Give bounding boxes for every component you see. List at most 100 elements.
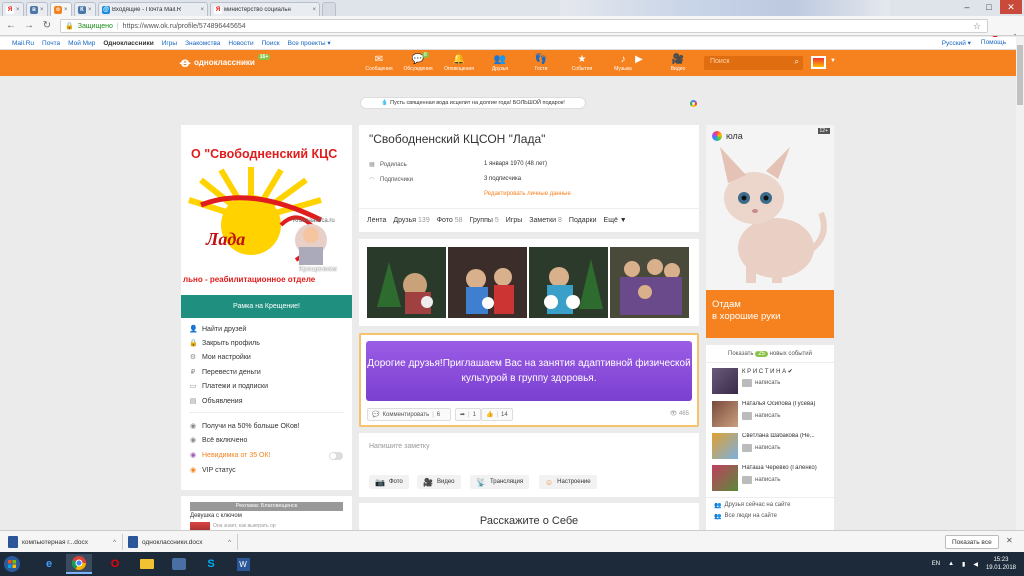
menu-ads[interactable]: ▤ Объявления: [189, 397, 243, 406]
tab-ok[interactable]: о ×: [50, 2, 72, 16]
nav-events[interactable]: ★ События: [562, 53, 602, 72]
note-photo-button[interactable]: 📷 Фото: [369, 475, 409, 489]
menu-all-included[interactable]: ◉ Всё включено: [189, 436, 247, 445]
chevron-up-icon[interactable]: ^: [113, 539, 116, 546]
tab-mail[interactable]: @ Входящие - Почта Mail.R ×: [98, 2, 208, 16]
tab-photos[interactable]: Фото 58: [437, 217, 463, 224]
avatar[interactable]: [712, 433, 738, 459]
friend-item[interactable]: Наталья Осипова (Гусева) написать: [712, 401, 834, 431]
forward-icon[interactable]: →: [24, 20, 34, 31]
skype-icon[interactable]: S: [198, 554, 224, 574]
note-stream-button[interactable]: 📡 Трансляция: [470, 475, 530, 489]
avatar[interactable]: [712, 368, 738, 394]
edit-profile-link[interactable]: Редактировать личные данные: [484, 191, 571, 197]
search-icon[interactable]: ⌕: [795, 57, 799, 67]
nav-guests[interactable]: 👣 Гости: [521, 53, 561, 72]
menu-find-friends[interactable]: 👤 Найти друзей: [189, 325, 246, 334]
write-message-button[interactable]: написать: [742, 444, 780, 452]
photo-thumbnail[interactable]: [610, 247, 689, 318]
close-tab-icon[interactable]: ×: [312, 7, 316, 13]
comment-button[interactable]: 💬 Комментировать | 6: [367, 408, 451, 421]
avatar[interactable]: [712, 465, 738, 491]
nav-video[interactable]: 🎥 Видео: [658, 53, 698, 72]
friend-item[interactable]: Наташа Черевко (Галенко) написать: [712, 465, 834, 495]
share-button[interactable]: ➦ | 1: [455, 408, 481, 421]
tab-gifts[interactable]: Подарки: [569, 217, 597, 224]
portal-link-all-projects[interactable]: Все проекты ▾: [288, 39, 331, 47]
all-people-online-link[interactable]: 👥 Все люди на сайте: [714, 513, 777, 520]
close-tab-icon[interactable]: ×: [64, 7, 68, 13]
windows-start-icon[interactable]: [4, 556, 20, 572]
menu-invisible[interactable]: ◉ Невидимка от 35 ОК!: [189, 451, 271, 460]
portal-link-ok[interactable]: Одноклассники: [103, 40, 153, 47]
photo-thumbnail[interactable]: [367, 247, 446, 318]
portal-link-news[interactable]: Новости: [228, 40, 253, 47]
tab-feed[interactable]: Лента: [367, 217, 386, 224]
user-avatar[interactable]: [811, 56, 826, 69]
show-all-downloads-button[interactable]: Показать все: [945, 535, 999, 549]
close-tab-icon[interactable]: ×: [16, 7, 20, 13]
opera-icon[interactable]: O: [102, 554, 128, 574]
portal-link-games[interactable]: Игры: [162, 40, 177, 47]
download-item[interactable]: одноклассники.docx ^: [128, 534, 238, 550]
new-tab-button[interactable]: [322, 2, 336, 16]
close-tab-icon[interactable]: ×: [88, 7, 92, 13]
word-icon[interactable]: W: [230, 554, 256, 574]
friend-item[interactable]: К Р И С Т И Н А ✔ написать: [712, 368, 834, 398]
portal-link-dating[interactable]: Знакомства: [185, 40, 220, 47]
chrome-icon[interactable]: [66, 554, 92, 574]
note-video-button[interactable]: 🎥 Видео: [417, 475, 461, 489]
tab-k[interactable]: К ×: [74, 2, 96, 16]
clock[interactable]: 15:23 19.01.2018: [986, 556, 1016, 572]
menu-payments[interactable]: ▭ Платежи и подписки: [189, 382, 268, 391]
friend-name[interactable]: Наталья Осипова (Гусева): [742, 401, 834, 407]
maximize-icon[interactable]: □: [978, 0, 1000, 14]
chevron-down-icon[interactable]: ▼: [830, 58, 836, 64]
download-item[interactable]: компьютерная г...docx ^: [8, 534, 123, 550]
ad-title[interactable]: Девушка с ключом: [190, 513, 242, 519]
menu-close-profile[interactable]: 🔒 Закрыть профиль: [189, 339, 260, 348]
tray-arrow-icon[interactable]: ▲: [948, 561, 954, 567]
portal-link-mail[interactable]: Почта: [42, 40, 60, 47]
volume-icon[interactable]: ◀: [973, 561, 978, 568]
write-message-button[interactable]: написать: [742, 379, 780, 387]
tab-vk[interactable]: в ×: [26, 2, 48, 16]
chevron-up-icon[interactable]: ^: [228, 539, 231, 546]
url-input[interactable]: 🔒 Защищено | https://www.ok.ru/profile/5…: [60, 19, 988, 33]
back-icon[interactable]: ←: [6, 20, 16, 31]
help-link[interactable]: Помощь: [981, 39, 1006, 47]
friend-name[interactable]: К Р И С Т И Н А ✔: [742, 368, 834, 375]
reload-icon[interactable]: ↻: [42, 20, 52, 31]
portal-link-mailru[interactable]: Mail.Ru: [12, 40, 34, 47]
avatar[interactable]: [712, 401, 738, 427]
yula-ad[interactable]: юла 12+ Отдам в хорошие руки: [706, 125, 834, 338]
minimize-icon[interactable]: –: [956, 0, 978, 14]
scrollbar-thumb[interactable]: [1017, 45, 1023, 105]
frame-button[interactable]: Рамка на Крещение!: [181, 295, 352, 318]
menu-get-ok[interactable]: ◉ Получи на 50% больше ОКов!: [189, 422, 300, 431]
tab-friends[interactable]: Друзья 139: [393, 217, 429, 224]
promo-banner[interactable]: 💧 Пусть священная вода исцелит на долгие…: [360, 97, 586, 109]
nav-messages[interactable]: ✉ Сообщения: [359, 53, 399, 72]
note-mood-button[interactable]: ☺ Настроение: [539, 475, 597, 489]
show-events-link[interactable]: Показать 25 новых событий: [706, 351, 834, 357]
network-icon[interactable]: ▮: [962, 561, 965, 568]
ad-thumbnail[interactable]: [190, 522, 210, 530]
invisible-toggle[interactable]: [329, 452, 343, 460]
write-message-button[interactable]: написать: [742, 476, 780, 484]
photo-thumbnail[interactable]: [448, 247, 527, 318]
internet-explorer-icon[interactable]: e: [36, 554, 62, 574]
close-icon[interactable]: ✕: [1006, 536, 1013, 545]
menu-vip[interactable]: ◉ VIP статус: [189, 466, 236, 475]
about-title[interactable]: Расскажите о Себе: [359, 515, 699, 527]
tab-yandex[interactable]: Я ×: [2, 2, 24, 16]
tab-notes[interactable]: Заметки 8: [529, 217, 562, 224]
page-scrollbar[interactable]: [1016, 37, 1024, 532]
left-ad-block[interactable]: Реклама: Благовещенск Девушка с ключом О…: [181, 496, 352, 530]
friend-name[interactable]: Светлана Шабакова (Не...: [742, 433, 834, 439]
like-button[interactable]: 👍 | 14: [481, 408, 513, 421]
subscribers-value[interactable]: 3 подписчика: [484, 176, 521, 182]
portal-link-search[interactable]: Поиск: [262, 40, 280, 47]
nav-friends[interactable]: 👥 Друзья: [480, 53, 520, 72]
write-message-button[interactable]: написать: [742, 412, 780, 420]
